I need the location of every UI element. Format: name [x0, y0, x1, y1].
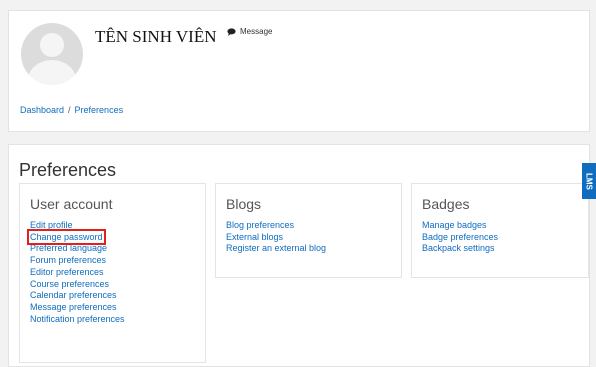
page-title: Preferences	[19, 160, 117, 180]
breadcrumb-separator: /	[68, 105, 71, 115]
breadcrumb: Dashboard / Preferences	[20, 105, 123, 115]
notification-preferences-link[interactable]: Notification preferences	[30, 314, 125, 326]
change-password-link[interactable]: Change password	[27, 228, 125, 245]
message-preferences-link[interactable]: Message preferences	[30, 302, 125, 314]
calendar-preferences-link[interactable]: Calendar preferences	[30, 290, 125, 302]
avatar-body-shape	[28, 60, 76, 85]
avatar[interactable]	[21, 23, 83, 85]
breadcrumb-dashboard[interactable]: Dashboard	[20, 105, 64, 115]
message-label: Message	[240, 27, 273, 36]
breadcrumb-preferences[interactable]: Preferences	[75, 105, 124, 115]
course-preferences-link[interactable]: Course preferences	[30, 279, 125, 291]
preferences-panel: Preferences User account Edit profile Ch…	[8, 144, 590, 367]
preferred-language-link[interactable]: Preferred language	[30, 243, 125, 255]
user-account-links: Edit profile Change password Preferred l…	[27, 220, 125, 326]
manage-badges-link[interactable]: Manage badges	[422, 220, 498, 232]
avatar-head-shape	[40, 33, 64, 57]
forum-preferences-link[interactable]: Forum preferences	[30, 255, 125, 267]
external-blogs-link[interactable]: External blogs	[226, 232, 326, 244]
message-button[interactable]: Message	[227, 27, 272, 36]
badge-preferences-link[interactable]: Badge preferences	[422, 232, 498, 244]
blogs-section: Blogs Blog preferences External blogs Re…	[215, 183, 402, 278]
section-title: Badges	[422, 196, 470, 212]
edit-profile-link[interactable]: Edit profile	[30, 220, 125, 232]
student-name: TÊN SINH VIÊN	[95, 27, 217, 46]
register-external-blog-link[interactable]: Register an external blog	[226, 243, 326, 255]
profile-header: TÊN SINH VIÊN Message Dashboard / Preferen…	[8, 10, 590, 132]
blogs-links: Blog preferences External blogs Register…	[226, 220, 326, 255]
blog-preferences-link[interactable]: Blog preferences	[226, 220, 326, 232]
section-title: User account	[30, 196, 113, 212]
lms-side-tab[interactable]: LMS	[582, 163, 596, 199]
user-account-section: User account Edit profile Change passwor…	[19, 183, 206, 363]
speech-bubble-icon	[227, 27, 236, 36]
section-title: Blogs	[226, 196, 262, 212]
badges-links: Manage badges Badge preferences Backpack…	[422, 220, 498, 255]
backpack-settings-link[interactable]: Backpack settings	[422, 243, 498, 255]
badges-section: Badges Manage badges Badge preferences B…	[411, 183, 589, 278]
editor-preferences-link[interactable]: Editor preferences	[30, 267, 125, 279]
